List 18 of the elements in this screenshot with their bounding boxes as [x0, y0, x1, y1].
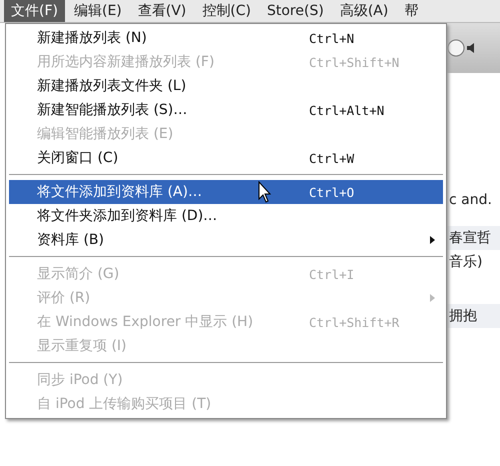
volume-knob-icon[interactable]	[447, 39, 465, 57]
menu-title[interactable]: 文件(F)	[4, 0, 65, 22]
menu-title[interactable]: Store(S)	[260, 0, 331, 22]
menu-title[interactable]: 高级(A)	[332, 0, 396, 22]
menu-item[interactable]: 将文件夹添加到资料库 (D)…	[9, 204, 443, 228]
menu-item[interactable]: 新建播放列表文件夹 (L)	[9, 74, 443, 98]
menu-item[interactable]: 关闭窗口 (C) Ctrl+W	[9, 146, 443, 170]
cursor-icon	[258, 181, 272, 203]
menu-item[interactable]: 新建播放列表 (N) Ctrl+N	[9, 26, 443, 50]
menu-title[interactable]: 查看(V)	[130, 0, 194, 22]
menu-title[interactable]: 控制(C)	[195, 0, 258, 22]
menu-item[interactable]: 将文件添加到资料库 (A)… Ctrl+O	[9, 180, 443, 204]
list-text: 音乐)	[448, 253, 484, 272]
menu-title[interactable]: 编辑(E)	[66, 0, 129, 22]
menu-title[interactable]: 帮	[397, 0, 426, 22]
list-text: c and.	[448, 191, 493, 210]
menu-item[interactable]: 新建智能播放列表 (S)… Ctrl+Alt+N	[9, 98, 443, 122]
speaker-icon	[467, 43, 477, 53]
